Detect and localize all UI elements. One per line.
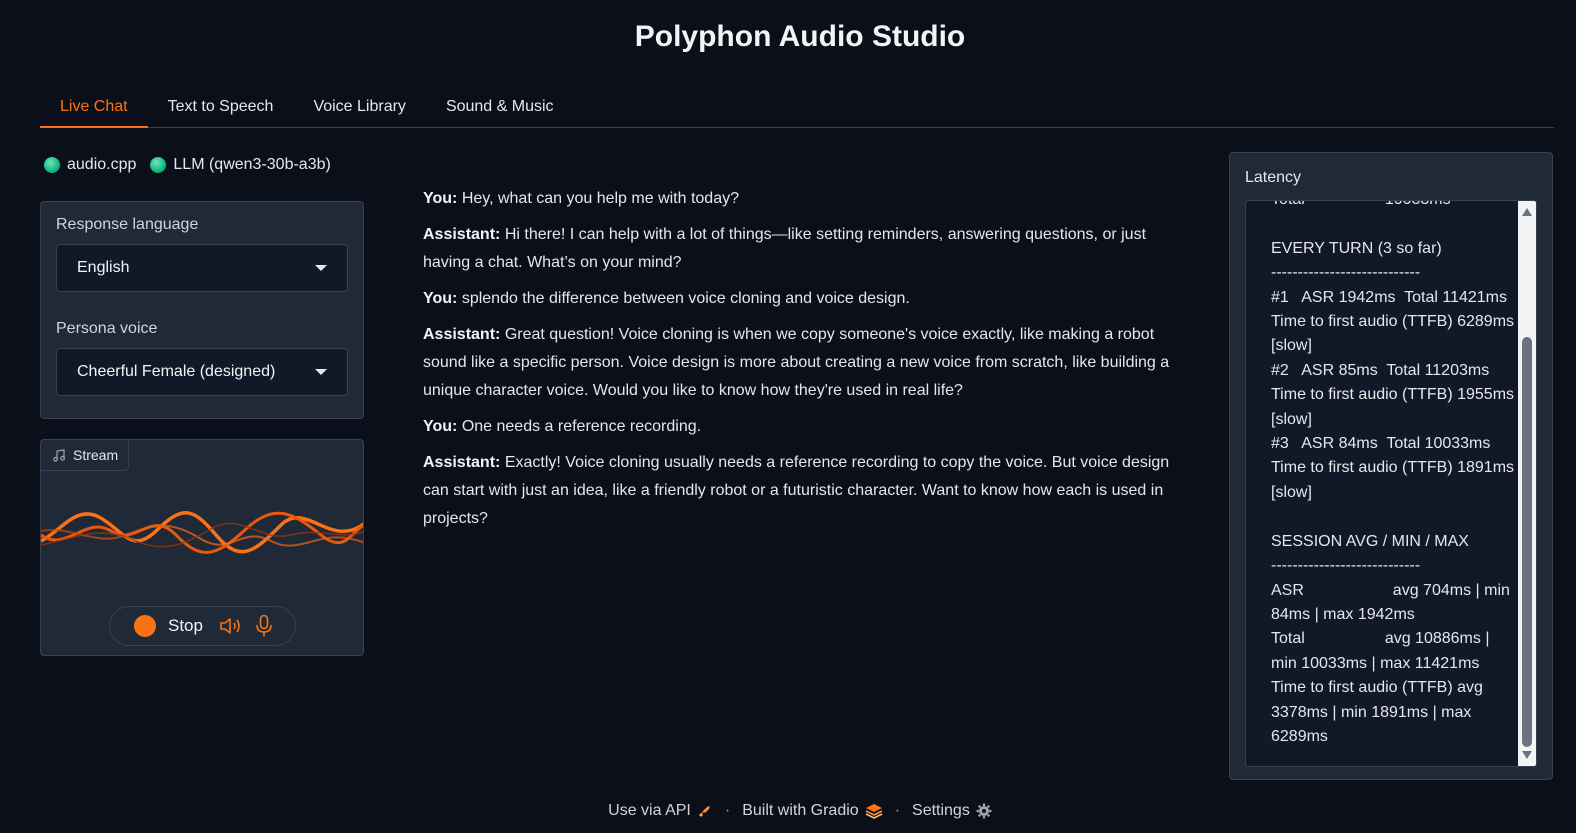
latency-scrollbar[interactable] <box>1518 201 1536 766</box>
status-label: audio.cpp <box>67 156 137 173</box>
persona-voice-label: Persona voice <box>56 320 158 337</box>
persona-voice-dropdown[interactable]: Cheerful Female (designed) <box>56 348 348 396</box>
response-language-label: Response language <box>56 216 199 233</box>
stream-tab: Stream <box>41 440 130 471</box>
tab-live-chat[interactable]: Live Chat <box>40 88 148 128</box>
chat-text: Hi there! I can help with a lot of thing… <box>423 226 1147 271</box>
microphone-icon[interactable] <box>255 614 273 638</box>
status-llm: LLM (qwen3-30b-a3b) <box>150 156 331 174</box>
app-title: Polyphon Audio Studio <box>634 20 966 53</box>
chat-text: splendo the difference between voice clo… <box>461 290 910 307</box>
settings-label: Settings <box>912 802 970 819</box>
rocket-icon <box>699 806 710 817</box>
latency-textbox[interactable]: Total 10033ms EVERY TURN (3 so far) ----… <box>1245 200 1537 767</box>
use-via-api-link[interactable]: Use via API <box>608 802 713 820</box>
chevron-down-icon <box>315 369 327 375</box>
chat-text: Hey, what can you help me with today? <box>461 190 739 207</box>
chat-text: Great question! Voice cloning is when we… <box>423 326 1170 399</box>
response-language-value: English <box>77 259 130 276</box>
settings-panel: Response language English Persona voice … <box>40 201 364 419</box>
footer-separator: · <box>894 802 901 819</box>
chat-text: Exactly! Voice cloning usually needs a r… <box>423 454 1170 527</box>
tab-sound-music[interactable]: Sound & Music <box>426 88 574 128</box>
latency-report: Total 10033ms EVERY TURN (3 so far) ----… <box>1271 201 1515 745</box>
chat-speaker: Assistant: <box>423 226 501 243</box>
chevron-down-icon <box>315 265 327 271</box>
status-label: LLM (qwen3-30b-a3b) <box>173 156 331 173</box>
status-online-icon <box>44 157 60 173</box>
status-row: audio.cpp LLM (qwen3-30b-a3b) <box>44 156 331 174</box>
latency-panel: Latency Total 10033ms EVERY TURN (3 so f… <box>1229 152 1553 780</box>
chat-message: Assistant: Exactly! Voice cloning usuall… <box>423 449 1183 533</box>
stream-panel: Stream Stop <box>40 439 364 656</box>
chat-message: You: Hey, what can you help me with toda… <box>423 185 1183 213</box>
footer-separator: · <box>724 802 731 819</box>
stream-controls: Stop <box>109 606 296 646</box>
chat-speaker: You: <box>423 290 458 307</box>
chat-transcript: You: Hey, what can you help me with toda… <box>423 185 1183 541</box>
built-with-gradio-label: Built with Gradio <box>742 802 859 819</box>
scroll-thumb[interactable] <box>1522 337 1532 747</box>
status-audio-cpp: audio.cpp <box>44 156 136 174</box>
chat-message: You: splendo the difference between voic… <box>423 285 1183 313</box>
gear-icon <box>976 803 992 819</box>
chat-message: Assistant: Hi there! I can help with a l… <box>423 221 1183 277</box>
latency-title: Latency <box>1245 169 1302 186</box>
tab-bar: Live Chat Text to Speech Voice Library S… <box>40 88 1554 128</box>
chat-speaker: You: <box>423 190 458 207</box>
chat-message: Assistant: Great question! Voice cloning… <box>423 321 1183 405</box>
scroll-down-icon[interactable] <box>1522 751 1532 759</box>
footer: Use via API · Built with Gradio · Settin… <box>0 802 1576 820</box>
speaker-icon[interactable] <box>219 616 243 636</box>
chat-speaker: Assistant: <box>423 454 501 471</box>
scroll-up-icon[interactable] <box>1522 208 1532 216</box>
music-note-icon <box>53 448 65 462</box>
chat-speaker: Assistant: <box>423 326 501 343</box>
stop-button[interactable]: Stop <box>168 616 203 636</box>
record-icon[interactable] <box>134 615 156 637</box>
built-with-gradio-link[interactable]: Built with Gradio <box>742 802 883 820</box>
audio-waveform <box>41 511 363 554</box>
response-language-dropdown[interactable]: English <box>56 244 348 292</box>
persona-voice-value: Cheerful Female (designed) <box>77 363 276 380</box>
tab-text-to-speech[interactable]: Text to Speech <box>148 88 294 128</box>
use-via-api-label: Use via API <box>608 802 691 819</box>
stream-tab-label: Stream <box>73 447 119 463</box>
chat-message: You: One needs a reference recording. <box>423 413 1183 441</box>
gradio-logo-icon <box>865 804 883 819</box>
status-online-icon <box>150 157 167 173</box>
chat-text: One needs a reference recording. <box>461 418 702 435</box>
settings-link[interactable]: Settings <box>912 802 992 820</box>
chat-speaker: You: <box>423 418 458 435</box>
tab-voice-library[interactable]: Voice Library <box>293 88 426 128</box>
